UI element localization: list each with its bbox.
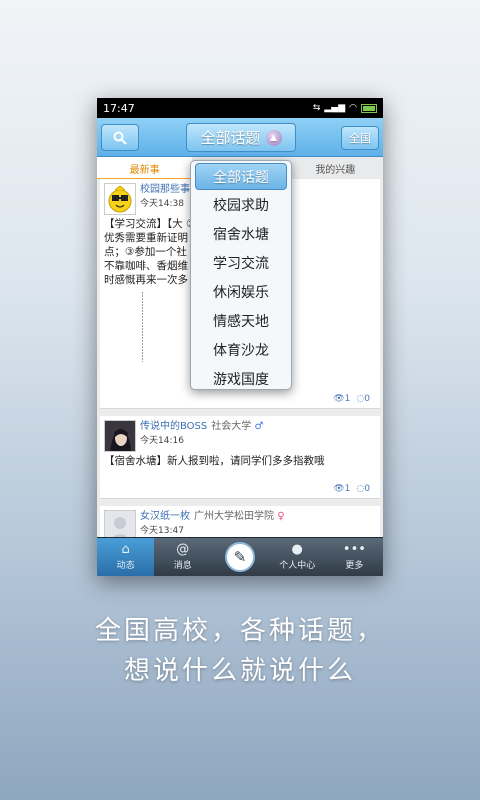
- avatar[interactable]: [104, 510, 136, 538]
- status-bar: 17:47 ⇆ ▂▄▆ ◠: [97, 98, 383, 118]
- chevron-up-icon: ▲: [265, 129, 282, 146]
- status-icons: ⇆ ▂▄▆ ◠: [313, 103, 377, 113]
- post-time: 今天13:47: [140, 526, 184, 536]
- bottom-nav: ⌂ 动态 @ 消息 ✎ ● 个人中心 ••• 更多: [97, 537, 383, 576]
- female-icon: ♀: [277, 511, 285, 522]
- eye-icon: 👁: [333, 484, 345, 494]
- topic-option-all[interactable]: 全部话题: [195, 163, 287, 190]
- topic-selector-button[interactable]: 全部话题 ▲: [186, 123, 296, 152]
- topic-option-emotion[interactable]: 情感天地: [191, 306, 291, 335]
- post-stats: 👁1 ◌0: [333, 484, 370, 494]
- more-icon: •••: [342, 542, 366, 557]
- usb-icon: ⇆: [312, 103, 321, 113]
- post-text: 【宿舍水塘】新人报到啦，请同学们多多指教哦: [104, 455, 325, 467]
- person-icon: ●: [291, 542, 303, 557]
- comment-count: ◌0: [356, 394, 370, 404]
- eye-icon: 👁: [333, 394, 345, 404]
- username[interactable]: 传说中的BOSS: [140, 421, 207, 432]
- view-count: 👁1: [333, 484, 351, 494]
- avatar[interactable]: [104, 420, 136, 452]
- list-item[interactable]: 女汉纸一枚 广州大学松田学院 ♀ 今天13:47: [100, 506, 380, 538]
- topic-dropdown[interactable]: 全部话题 校园求助 宿舍水塘 学习交流 休闲娱乐 情感天地 体育沙龙 游戏国度: [190, 160, 292, 390]
- compose-icon: ✎: [225, 542, 255, 572]
- school-name: 社会大学: [211, 421, 252, 432]
- username-row: 传说中的BOSS 社会大学 ♂: [140, 419, 376, 434]
- wifi-icon: ◠: [349, 103, 357, 113]
- post-stats: 👁1 ◌0: [333, 394, 370, 404]
- topic-option-sports[interactable]: 体育沙龙: [191, 335, 291, 364]
- signal-icon: ▂▄▆: [324, 103, 346, 113]
- battery-icon: [361, 103, 377, 113]
- promo-caption-line1: 全国高校，各种话题，: [94, 616, 385, 646]
- nav-compose[interactable]: ✎: [211, 538, 268, 576]
- at-icon: @: [176, 542, 190, 557]
- topic-option-games[interactable]: 游戏国度: [191, 364, 291, 389]
- list-item[interactable]: 传说中的BOSS 社会大学 ♂ 今天14:16 【宿舍水塘】新人报到啦，请同学们多…: [100, 416, 380, 499]
- avatar[interactable]: [104, 183, 136, 215]
- search-button[interactable]: [101, 124, 139, 151]
- post-time: 今天14:16: [140, 436, 184, 446]
- search-icon: [113, 131, 127, 145]
- topic-option-leisure[interactable]: 休闲娱乐: [191, 277, 291, 306]
- view-count: 👁1: [333, 394, 351, 404]
- tab-latest[interactable]: 最新事: [97, 157, 193, 180]
- region-button[interactable]: 全国: [341, 126, 379, 150]
- top-bar: 全部话题 ▲ 全国: [97, 118, 383, 157]
- school-name: 广州大学松田学院: [194, 511, 274, 522]
- home-icon: ⌂: [121, 542, 130, 557]
- status-time: 17:47: [103, 101, 135, 115]
- image-placeholder: [142, 292, 143, 362]
- nav-messages[interactable]: @ 消息: [154, 538, 211, 576]
- nav-feed[interactable]: ⌂ 动态: [97, 538, 155, 576]
- username-row: 女汉纸一枚 广州大学松田学院 ♀: [140, 509, 376, 524]
- comment-count: ◌0: [356, 484, 370, 494]
- topic-option-dorm[interactable]: 宿舍水塘: [191, 219, 291, 248]
- male-icon: ♂: [254, 421, 264, 432]
- page-title: 全部话题: [200, 129, 261, 147]
- promo-caption-line2: 想说什么就说什么: [123, 656, 356, 686]
- topic-option-campus-help[interactable]: 校园求助: [191, 190, 291, 219]
- phone-screen: 17:47 ⇆ ▂▄▆ ◠ 全部话题 ▲ 全国 最新事 我的兴趣 校园那些事 今…: [97, 98, 383, 576]
- username[interactable]: 女汉纸一枚: [140, 511, 190, 522]
- topic-option-study[interactable]: 学习交流: [191, 248, 291, 277]
- tab-interests[interactable]: 我的兴趣: [288, 157, 383, 179]
- nav-profile[interactable]: ● 个人中心: [269, 538, 326, 576]
- nav-more[interactable]: ••• 更多: [326, 538, 383, 576]
